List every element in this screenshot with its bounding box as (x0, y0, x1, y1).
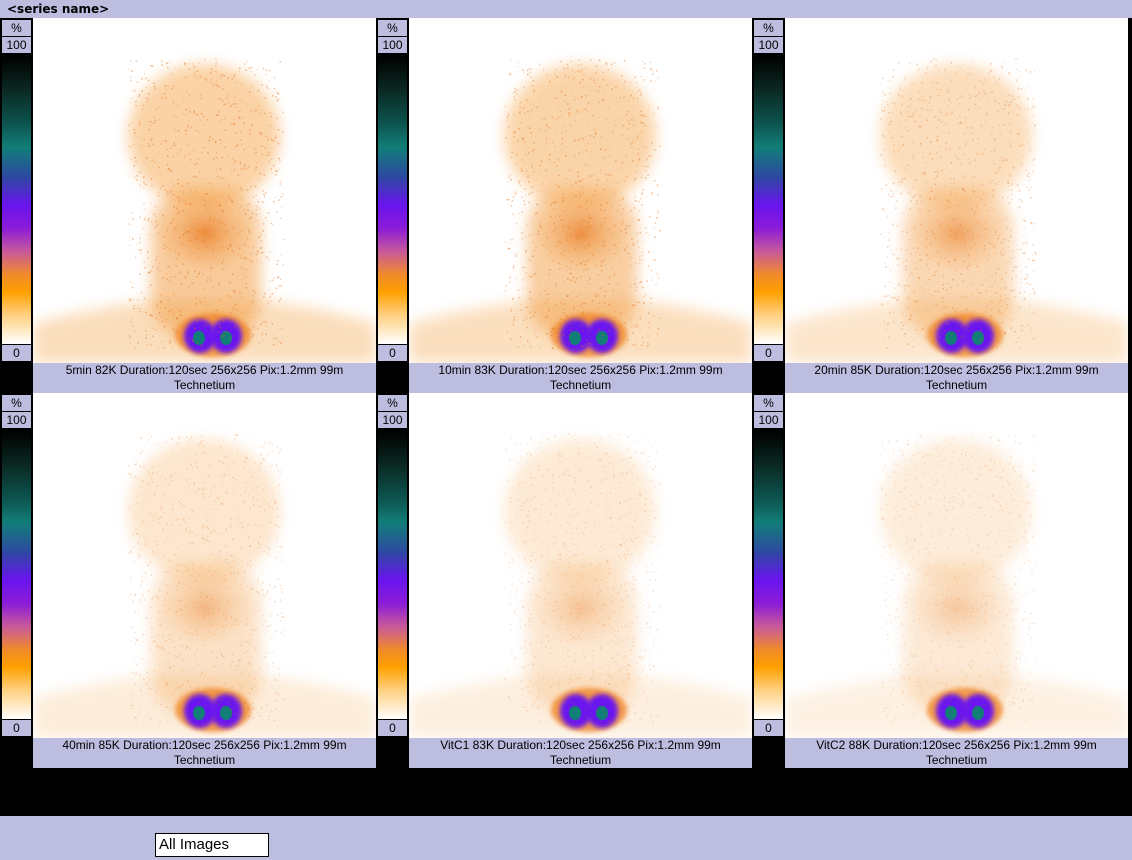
colorbar-unit: % (754, 395, 783, 411)
scan-image-graphic (785, 18, 1128, 363)
image-caption: 5min 82K Duration:120sec 256x256 Pix:1.2… (33, 363, 376, 393)
bottom-toolbar: All Images (0, 832, 1132, 860)
colorbar: % 100 0 (0, 18, 33, 363)
scan-image[interactable] (409, 393, 752, 738)
colorbar-max: 100 (378, 37, 407, 53)
colorbar-max: 100 (2, 412, 31, 428)
caption-isotope: Technetium (925, 378, 988, 392)
scan-image[interactable] (33, 393, 376, 738)
thyroid-left-core (569, 706, 581, 720)
caption-details: 20min 85K Duration:120sec 256x256 Pix:1.… (814, 363, 1099, 377)
scan-image-graphic (409, 18, 752, 363)
image-panel-1[interactable]: % 100 0 5min 82K Duration:120sec 256x256… (0, 18, 376, 393)
colorbar-min: 0 (754, 720, 783, 736)
caption-details: 40min 85K Duration:120sec 256x256 Pix:1.… (62, 738, 347, 752)
colorbar-gradient (378, 430, 407, 719)
scan-image[interactable] (33, 18, 376, 363)
colorbar-gradient (2, 55, 31, 344)
image-panel-4[interactable]: % 100 0 40min 85K Duration:120sec 256x25… (0, 393, 376, 768)
image-panel-2[interactable]: % 100 0 10min 83K Duration:120sec 256x25… (376, 18, 752, 393)
salivary-uptake (533, 193, 629, 273)
head (128, 439, 280, 583)
colorbar-min: 0 (378, 345, 407, 361)
image-caption: VitC2 88K Duration:120sec 256x256 Pix:1.… (785, 738, 1128, 768)
colorbar-gradient (378, 55, 407, 344)
salivary-uptake (909, 193, 1005, 273)
scan-image[interactable] (785, 18, 1128, 363)
caption-isotope: Technetium (549, 378, 612, 392)
image-caption: 20min 85K Duration:120sec 256x256 Pix:1.… (785, 363, 1128, 393)
image-caption: 10min 83K Duration:120sec 256x256 Pix:1.… (409, 363, 752, 393)
colorbar-min: 0 (378, 720, 407, 736)
image-caption: VitC1 83K Duration:120sec 256x256 Pix:1.… (409, 738, 752, 768)
caption-isotope: Technetium (173, 753, 236, 767)
caption-isotope: Technetium (173, 378, 236, 392)
thyroid-left-core (945, 331, 957, 345)
caption-details: 5min 82K Duration:120sec 256x256 Pix:1.2… (65, 363, 344, 377)
series-title-bar: <series name> (0, 0, 1132, 18)
head (504, 439, 656, 583)
scan-image[interactable] (785, 393, 1128, 738)
caption-isotope: Technetium (549, 753, 612, 767)
colorbar-unit: % (2, 395, 31, 411)
thyroid-right-core (972, 706, 984, 720)
colorbar-max: 100 (754, 37, 783, 53)
colorbar-gradient (754, 430, 783, 719)
colorbar-max: 100 (2, 37, 31, 53)
thyroid-left-core (945, 706, 957, 720)
image-panel-5[interactable]: % 100 0 VitC1 83K Duration:120sec 256x25… (376, 393, 752, 768)
colorbar: % 100 0 (752, 393, 785, 738)
colorbar-min: 0 (2, 720, 31, 736)
head (504, 64, 656, 208)
colorbar: % 100 0 (376, 18, 409, 363)
salivary-uptake (157, 568, 253, 648)
scan-image-graphic (785, 393, 1128, 738)
scan-image-graphic (33, 393, 376, 738)
image-panel-3[interactable]: % 100 0 20min 85K Duration:120sec 256x25… (752, 18, 1128, 393)
colorbar-unit: % (754, 20, 783, 36)
colorbar-min: 0 (2, 345, 31, 361)
colorbar: % 100 0 (376, 393, 409, 738)
scan-image-graphic (409, 393, 752, 738)
caption-details: VitC2 88K Duration:120sec 256x256 Pix:1.… (816, 738, 1097, 752)
colorbar-gradient (754, 55, 783, 344)
head (880, 439, 1032, 583)
image-viewport: % 100 0 5min 82K Duration:120sec 256x256… (0, 18, 1132, 816)
colorbar-unit: % (2, 20, 31, 36)
colorbar-gradient (2, 430, 31, 719)
thyroid-left-core (193, 706, 205, 720)
caption-details: 10min 83K Duration:120sec 256x256 Pix:1.… (438, 363, 723, 377)
view-select[interactable]: All Images (155, 833, 269, 857)
scan-image-graphic (33, 18, 376, 363)
caption-isotope: Technetium (925, 753, 988, 767)
colorbar-max: 100 (378, 412, 407, 428)
colorbar-unit: % (378, 20, 407, 36)
image-panel-6[interactable]: % 100 0 VitC2 88K Duration:120sec 256x25… (752, 393, 1128, 768)
status-strip (0, 816, 1132, 832)
series-name: <series name> (7, 2, 110, 16)
caption-details: VitC1 83K Duration:120sec 256x256 Pix:1.… (440, 738, 721, 752)
colorbar: % 100 0 (0, 393, 33, 738)
thyroid-left-core (193, 331, 205, 345)
head (128, 64, 280, 208)
colorbar-max: 100 (754, 412, 783, 428)
image-caption: 40min 85K Duration:120sec 256x256 Pix:1.… (33, 738, 376, 768)
colorbar-min: 0 (754, 345, 783, 361)
colorbar-unit: % (378, 395, 407, 411)
scan-image[interactable] (409, 18, 752, 363)
colorbar: % 100 0 (752, 18, 785, 363)
